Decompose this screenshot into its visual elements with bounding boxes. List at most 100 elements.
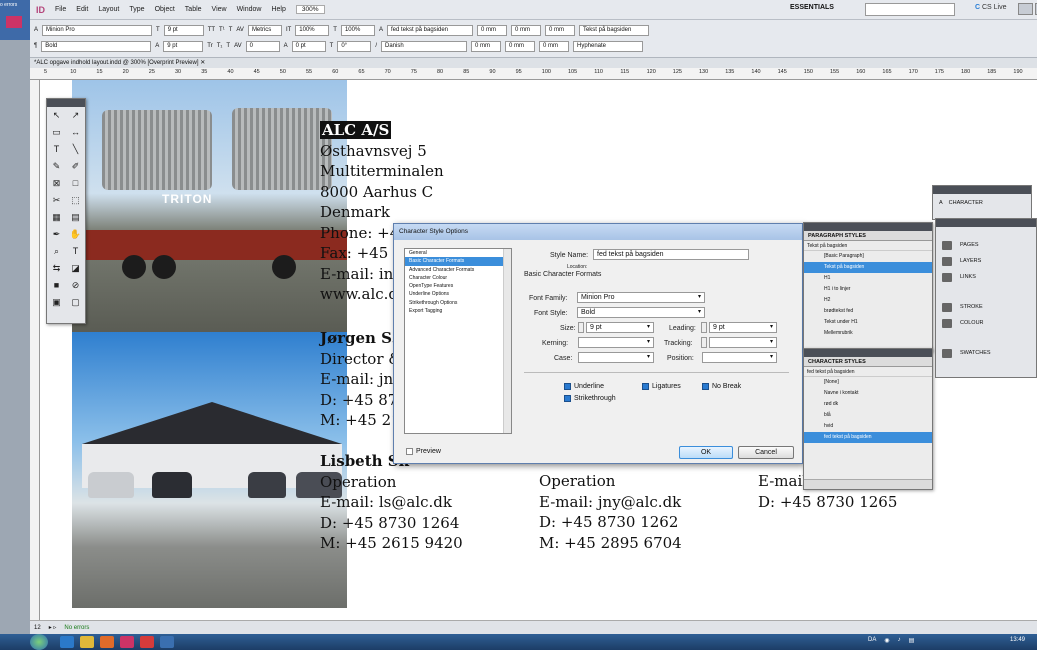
zoom-tool-icon[interactable]: ⌕: [50, 245, 63, 258]
baseline-field[interactable]: 0 pt: [291, 40, 326, 52]
eyedropper-tool-icon[interactable]: ✒: [50, 228, 63, 241]
char-style-select[interactable]: fed tekst på bagsiden: [386, 24, 473, 36]
selection-tool-icon[interactable]: ↖: [50, 109, 63, 122]
menu-edit[interactable]: Edit: [76, 6, 88, 13]
subscript-icon[interactable]: T₁: [217, 43, 223, 49]
page-field[interactable]: 12: [34, 625, 41, 631]
font-size-field[interactable]: 9 pt: [163, 24, 204, 36]
category-item[interactable]: General: [405, 249, 511, 257]
indent-6-field[interactable]: 0 mm: [539, 40, 569, 52]
default-colors-icon[interactable]: ◪: [69, 262, 82, 275]
paragraph-style-item[interactable]: H1 i to linjer: [804, 284, 932, 295]
menu-help[interactable]: Help: [271, 6, 285, 13]
acrobat-taskbar-icon[interactable]: [140, 636, 154, 648]
dock-item-stroke[interactable]: STROKE: [936, 299, 1036, 315]
character-style-item[interactable]: rød dk: [804, 399, 932, 410]
character-style-item-selected[interactable]: fed tekst på bagsiden: [804, 432, 932, 443]
tracking-select[interactable]: ▾: [709, 337, 777, 348]
close-tab-icon[interactable]: ✕: [200, 60, 205, 66]
menu-table[interactable]: Table: [185, 6, 202, 13]
underline-checkbox[interactable]: Underline: [564, 383, 604, 390]
paragraph-style-item[interactable]: H2: [804, 295, 932, 306]
volume-icon[interactable]: ♪: [898, 637, 901, 644]
network-icon[interactable]: ▤: [909, 637, 915, 644]
preview-checkbox[interactable]: Preview: [406, 448, 441, 455]
indent-1-field[interactable]: 0 mm: [476, 24, 507, 36]
minimize-button[interactable]: [1018, 3, 1033, 15]
direct-selection-tool-icon[interactable]: ↗: [69, 109, 82, 122]
position-select[interactable]: ▾: [702, 352, 777, 363]
character-style-item[interactable]: hvid: [804, 421, 932, 432]
skew-field[interactable]: 0°: [337, 40, 372, 52]
strikethrough-checkbox[interactable]: Strikethrough: [564, 395, 616, 402]
character-style-item[interactable]: Navne i kontakt: [804, 388, 932, 399]
rectangle-tool-icon[interactable]: □: [69, 177, 82, 190]
type-tool-icon[interactable]: T: [50, 143, 63, 156]
leading-field[interactable]: 9 pt: [163, 40, 204, 52]
preview-mode-icon[interactable]: ▢: [69, 296, 82, 309]
leading-select[interactable]: 9 pt ▾: [709, 322, 777, 333]
indent-5-field[interactable]: 0 mm: [505, 40, 535, 52]
dock-item-pages[interactable]: PAGES: [936, 237, 1036, 253]
tracking-field[interactable]: 0: [245, 40, 280, 52]
dialog-title[interactable]: Character Style Options: [394, 224, 802, 240]
fill-swatch-icon[interactable]: /: [375, 43, 377, 49]
note-tool-icon[interactable]: ▤: [69, 211, 82, 224]
menu-window[interactable]: Window: [237, 6, 262, 13]
search-input[interactable]: [865, 3, 955, 16]
ligatures-checkbox[interactable]: Ligatures: [642, 383, 681, 390]
pen-tool-icon[interactable]: ✎: [50, 160, 63, 173]
indesign-taskbar-icon[interactable]: [120, 636, 134, 648]
font-style-select[interactable]: Bold: [41, 40, 152, 52]
apply-color-icon[interactable]: ■: [50, 279, 63, 292]
character-styles-tab[interactable]: CHARACTER STYLES: [804, 357, 932, 367]
paragraph-mode-icon[interactable]: ¶: [34, 43, 37, 49]
font-style-select[interactable]: Bold ▾: [577, 307, 705, 318]
all-caps-icon[interactable]: TT: [208, 27, 215, 33]
category-scrollbar[interactable]: [503, 249, 511, 433]
contact-block-3[interactable]: Operation E-mail: jny@alc.dk D: +45 8730…: [539, 471, 682, 553]
menu-file[interactable]: File: [55, 6, 66, 13]
paragraph-style-item[interactable]: brødtekst fed: [804, 306, 932, 317]
category-item[interactable]: Underline Options: [405, 290, 511, 298]
language-select[interactable]: Danish: [381, 40, 467, 52]
app-taskbar-icon[interactable]: [100, 636, 114, 648]
pencil-tool-icon[interactable]: ✐: [69, 160, 82, 173]
underline-icon[interactable]: T: [229, 27, 233, 33]
category-item[interactable]: Character Colour: [405, 274, 511, 282]
rectangle-frame-tool-icon[interactable]: ⊠: [50, 177, 63, 190]
vertical-ruler[interactable]: [30, 80, 40, 620]
ok-button[interactable]: OK: [679, 446, 733, 459]
dock-item-swatches[interactable]: SWATCHES: [936, 345, 1036, 361]
app-icon[interactable]: [6, 16, 22, 28]
page-nav-icon[interactable]: ▸ ▹: [49, 624, 57, 631]
hyphenate-checkbox[interactable]: Hyphenate: [573, 40, 643, 52]
scale-vertical-field[interactable]: 100%: [295, 24, 330, 36]
scissors-tool-icon[interactable]: ✂: [50, 194, 63, 207]
strikethrough-icon[interactable]: T: [226, 43, 230, 49]
panel-header[interactable]: [804, 223, 932, 231]
apply-none-icon[interactable]: ⊘: [69, 279, 82, 292]
explorer-taskbar-icon[interactable]: [80, 636, 94, 648]
contact-block-2[interactable]: Lisbeth Sk Operation E-mail: ls@alc.dk D…: [320, 451, 463, 554]
menu-view[interactable]: View: [212, 6, 227, 13]
character-mode-icon[interactable]: A: [34, 27, 38, 33]
hand-tool-icon[interactable]: ✋: [69, 228, 82, 241]
character-style-item[interactable]: blå: [804, 410, 932, 421]
horizontal-ruler[interactable]: 5 10 15 20 25 30 35 40 45 50 55 60 65 70 75 80 85 90 95 100…: [30, 68, 1037, 80]
category-item[interactable]: OpenType Features: [405, 282, 511, 290]
dock-header[interactable]: [936, 219, 1036, 227]
dock-item-links[interactable]: LINKS: [936, 269, 1036, 285]
document-tab[interactable]: *ALC opgave indhold layout.indd @ 300% […: [30, 58, 1037, 68]
small-caps-icon[interactable]: Tr: [207, 43, 212, 49]
dock-item-layers[interactable]: LAYERS: [936, 253, 1036, 269]
language-indicator[interactable]: DA: [868, 637, 876, 644]
indent-3-field[interactable]: 0 mm: [544, 24, 575, 36]
superscript-icon[interactable]: T¹: [219, 27, 225, 33]
character-panel-button[interactable]: A CHARACTER: [933, 194, 1031, 212]
cs-live-button[interactable]: C CS Live: [975, 4, 1007, 11]
size-stepper[interactable]: [578, 322, 584, 333]
menu-object[interactable]: Object: [155, 6, 175, 13]
kerning-select[interactable]: ▾: [578, 337, 654, 348]
case-select[interactable]: ▾: [578, 352, 654, 363]
